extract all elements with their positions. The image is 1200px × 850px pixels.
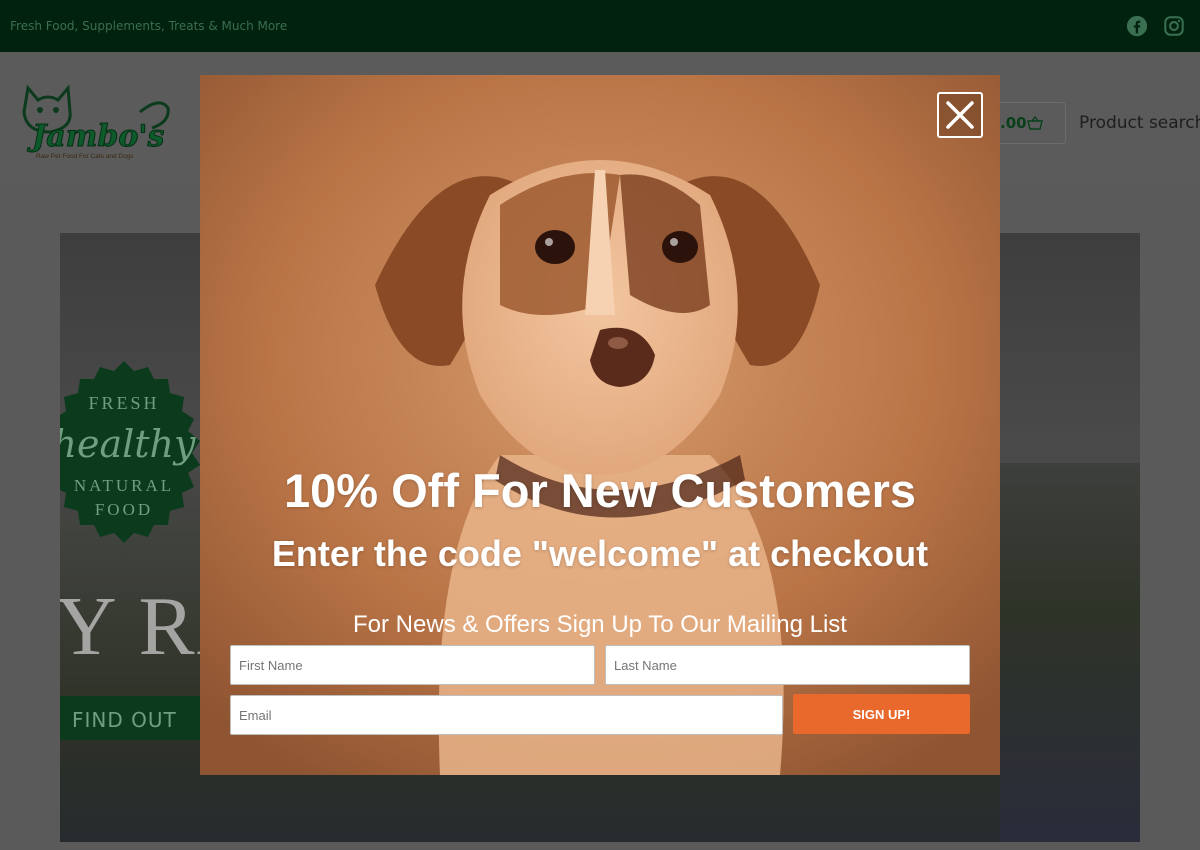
jambos-logo[interactable]: Jambo's Raw Pet Food For Cats and Dogs [10, 82, 170, 162]
find-out-label: FIND OUT [72, 708, 177, 732]
top-bar: Fresh Food, Supplements, Treats & Much M… [0, 0, 1200, 52]
close-icon [946, 101, 974, 129]
email-field[interactable] [230, 695, 783, 735]
signup-caption: For News & Offers Sign Up To Our Mailing… [353, 611, 847, 638]
badge-line-healthy: healthy [60, 422, 196, 466]
badge-line-food: FOOD [95, 500, 153, 519]
basket-icon[interactable] [1027, 116, 1043, 130]
logo-subtext: Raw Pet Food For Cats and Dogs [36, 153, 134, 160]
badge-line-fresh: FRESH [88, 393, 159, 413]
signup-button[interactable]: SIGN UP! [793, 694, 970, 734]
product-search-input[interactable]: Product search... [1079, 113, 1200, 133]
popup-subheadline: Enter the code "welcome" at checkout [271, 533, 929, 574]
popup-headline: 10% Off For New Customers [283, 464, 917, 517]
cart-total: .00 [1000, 114, 1027, 132]
tagline: Fresh Food, Supplements, Treats & Much M… [10, 19, 288, 33]
close-popup-button[interactable] [937, 92, 983, 138]
promo-popup: 10% Off For New Customers Enter the code… [200, 75, 1000, 775]
fresh-healthy-badge: FRESH healthy NATURAL FOOD [60, 361, 200, 543]
badge-line-natural: NATURAL [74, 476, 174, 495]
bluebell-field-image [1000, 463, 1140, 842]
logo-text: Jambo's [27, 119, 165, 154]
instagram-icon[interactable] [1163, 15, 1185, 37]
facebook-icon[interactable] [1126, 15, 1148, 37]
first-name-field[interactable] [230, 645, 595, 685]
last-name-field[interactable] [605, 645, 970, 685]
find-out-button[interactable]: FIND OUT [60, 696, 208, 740]
